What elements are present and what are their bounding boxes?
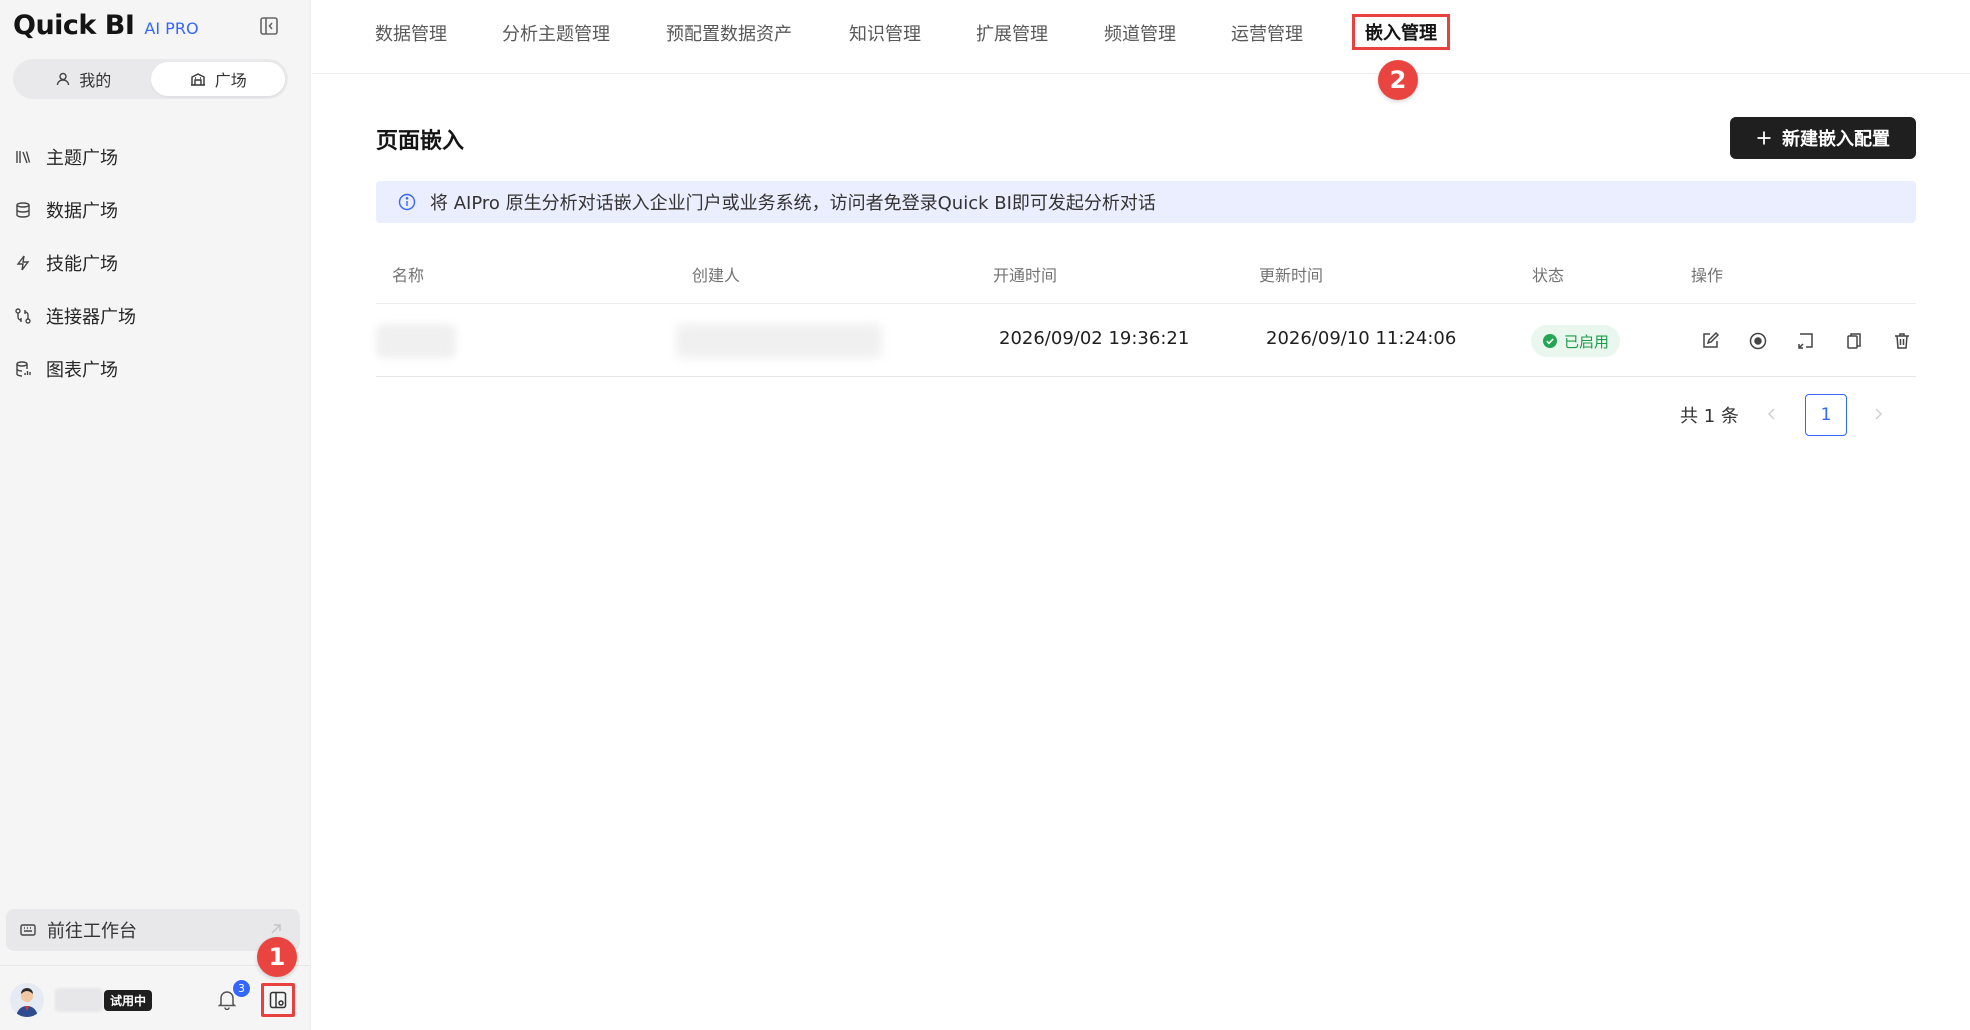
info-banner-text: 将 AIPro 原生分析对话嵌入企业门户或业务系统，访问者免登录Quick BI… xyxy=(430,193,1156,214)
pagination-page-1[interactable]: 1 xyxy=(1805,394,1847,436)
column-header-creator: 创建人 xyxy=(692,266,741,285)
column-header-opened-time: 开通时间 xyxy=(993,266,1058,285)
chart-db-icon xyxy=(16,360,31,377)
table-header: 名称 创建人 开通时间 更新时间 状态 操作 xyxy=(376,252,1916,304)
embed-table: 名称 创建人 开通时间 更新时间 状态 操作 2026/09/02 19:36:… xyxy=(376,252,1916,377)
row-opened-time: 2026/09/02 19:36:21 xyxy=(999,328,1190,349)
sidebar: Quick BI AI PRO 我的 广场 主题广场 数据广场 技能广场 连接器… xyxy=(0,0,311,1030)
arrow-up-right-icon xyxy=(271,924,281,934)
page-title: 页面嵌入 xyxy=(376,129,465,154)
lightning-icon xyxy=(16,255,30,270)
keyboard-icon xyxy=(20,924,36,936)
stop-circle-icon[interactable] xyxy=(1748,331,1768,351)
brand-name: Quick BI xyxy=(13,10,135,41)
goto-workbench-label: 前往工作台 xyxy=(47,921,137,942)
plus-icon xyxy=(1757,131,1771,145)
new-embed-config-label: 新建嵌入配置 xyxy=(1782,129,1890,150)
username xyxy=(55,988,103,1012)
tab-channel-management[interactable]: 频道管理 xyxy=(1104,20,1176,46)
sidebar-item-skill-plaza[interactable]: 技能广场 xyxy=(0,236,311,289)
sidebar-item-label: 主题广场 xyxy=(46,147,118,169)
sidebar-item-label: 技能广场 xyxy=(46,253,118,275)
step-callout-2: 2 xyxy=(1378,60,1418,100)
avatar[interactable] xyxy=(10,983,44,1017)
tab-analysis-topic-management[interactable]: 分析主题管理 xyxy=(502,20,610,46)
new-embed-config-button[interactable]: 新建嵌入配置 xyxy=(1730,117,1916,159)
brand-logo[interactable]: Quick BI AI PRO xyxy=(13,10,199,41)
sidebar-nav: 主题广场 数据广场 技能广场 连接器广场 图表广场 xyxy=(0,130,311,395)
collapse-sidebar-icon[interactable] xyxy=(258,15,280,37)
building-icon xyxy=(190,73,205,86)
column-header-name: 名称 xyxy=(392,266,425,285)
embed-icon[interactable] xyxy=(1796,331,1816,351)
table-row: 2026/09/02 19:36:21 2026/09/10 11:24:06 … xyxy=(376,304,1916,377)
user-icon xyxy=(57,72,70,86)
status-badge: 已启用 xyxy=(1531,325,1621,357)
column-header-actions: 操作 xyxy=(1691,266,1724,285)
pagination-next-icon[interactable] xyxy=(1868,404,1888,424)
app-root: Quick BI AI PRO 我的 广场 主题广场 数据广场 技能广场 连接器… xyxy=(0,0,1970,1030)
sidebar-item-label: 连接器广场 xyxy=(46,306,136,328)
copy-icon[interactable] xyxy=(1844,331,1864,351)
brand-tag: AI PRO xyxy=(144,19,199,38)
segment-plaza[interactable]: 广场 xyxy=(150,62,285,96)
row-creator-redacted xyxy=(676,324,882,358)
step-callout-1: 1 xyxy=(257,937,297,977)
info-icon xyxy=(398,193,416,211)
sidebar-item-theme-plaza[interactable]: 主题广场 xyxy=(0,130,311,183)
pagination-total: 共 1 条 xyxy=(1680,406,1739,427)
tab-extension-management[interactable]: 扩展管理 xyxy=(976,20,1048,46)
sidebar-item-label: 数据广场 xyxy=(46,200,118,222)
delete-icon[interactable] xyxy=(1892,331,1912,351)
goto-workbench-button[interactable]: 前往工作台 xyxy=(6,909,300,951)
tab-preconfigured-data-assets[interactable]: 预配置数据资产 xyxy=(666,20,792,46)
database-icon xyxy=(16,201,30,218)
trial-badge: 试用中 xyxy=(104,990,153,1011)
tab-embed-management[interactable]: 嵌入管理 xyxy=(1352,14,1450,50)
column-header-updated-time: 更新时间 xyxy=(1259,266,1324,285)
check-circle-icon xyxy=(1543,334,1557,348)
row-name-redacted xyxy=(376,324,456,358)
segment-mine-label: 我的 xyxy=(79,71,112,90)
tab-data-management[interactable]: 数据管理 xyxy=(375,20,447,46)
top-tabs: 数据管理 分析主题管理 预配置数据资产 知识管理 扩展管理 频道管理 运营管理 … xyxy=(312,0,1970,74)
row-updated-time: 2026/09/10 11:24:06 xyxy=(1266,328,1457,349)
tab-operations-management[interactable]: 运营管理 xyxy=(1231,20,1303,46)
pagination-prev-icon[interactable] xyxy=(1762,404,1782,424)
admin-panel-icon xyxy=(269,991,287,1009)
connector-icon xyxy=(15,307,31,324)
segment-mine[interactable]: 我的 xyxy=(16,62,151,96)
notification-count-badge: 3 xyxy=(232,979,251,998)
info-banner: 将 AIPro 原生分析对话嵌入企业门户或业务系统，访问者免登录Quick BI… xyxy=(376,181,1916,223)
column-header-status: 状态 xyxy=(1532,266,1565,285)
edit-icon[interactable] xyxy=(1700,331,1720,351)
sidebar-item-label: 图表广场 xyxy=(46,359,118,381)
tab-knowledge-management[interactable]: 知识管理 xyxy=(849,20,921,46)
books-icon xyxy=(16,150,31,163)
sidebar-item-data-plaza[interactable]: 数据广场 xyxy=(0,183,311,236)
status-label: 已启用 xyxy=(1564,332,1610,351)
sidebar-item-chart-plaza[interactable]: 图表广场 xyxy=(0,342,311,395)
segment-plaza-label: 广场 xyxy=(214,71,247,90)
admin-settings-button[interactable] xyxy=(261,983,295,1017)
scope-switch: 我的 广场 xyxy=(13,59,288,99)
sidebar-item-connector-plaza[interactable]: 连接器广场 xyxy=(0,289,311,342)
